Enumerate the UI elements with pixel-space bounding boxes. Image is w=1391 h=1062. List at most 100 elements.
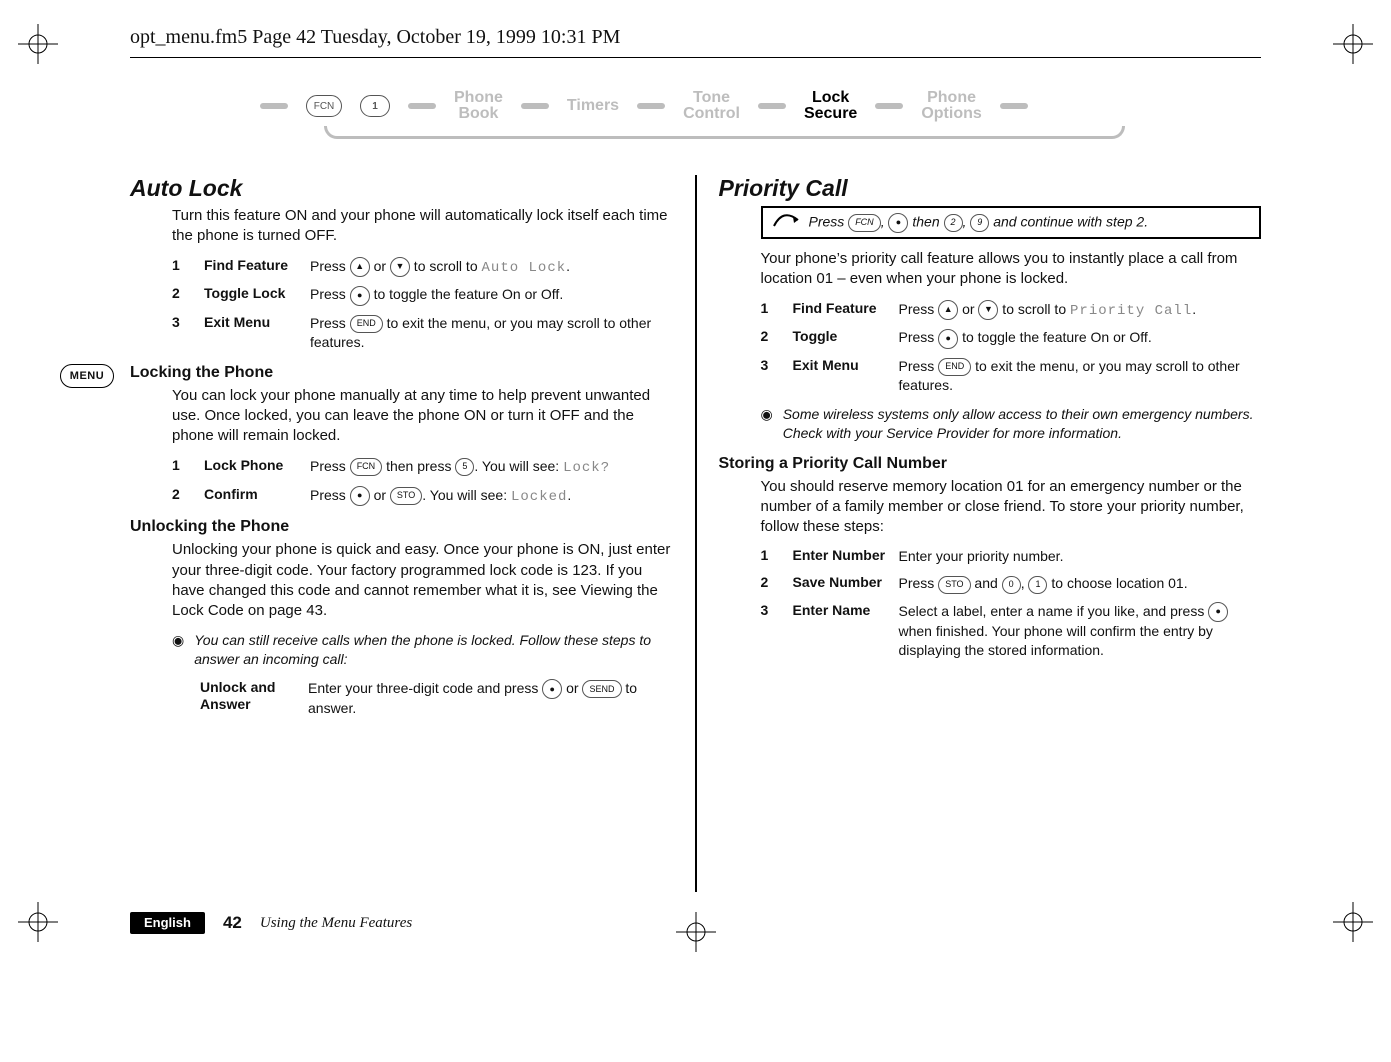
- one-key-icon: 1: [360, 95, 390, 117]
- nav-dash-icon: [875, 103, 903, 109]
- select-key-icon: ●: [888, 213, 908, 233]
- note-text: Some wireless systems only allow access …: [783, 405, 1261, 443]
- sub-heading-locking: Locking the Phone: [130, 364, 673, 382]
- nav-dash-icon: [260, 103, 288, 109]
- step-label: Exit Menu: [793, 357, 889, 395]
- shortcut-arrow-icon: [773, 212, 799, 233]
- fcn-key-icon: FCN: [306, 95, 342, 117]
- nav-item-phone-options: Phone Options: [921, 90, 981, 122]
- step-desc: Press END to exit the menu, or you may s…: [899, 357, 1262, 395]
- priority-intro: Your phone’s priority call feature allow…: [761, 249, 1262, 290]
- step-desc: Press ▲ or ▼ to scroll to Auto Lock.: [310, 257, 673, 278]
- crop-mark-icon: [18, 24, 58, 64]
- step-label: Exit Menu: [204, 314, 300, 352]
- step-desc: Enter your priority number.: [899, 547, 1262, 566]
- step-number: 3: [172, 314, 194, 352]
- crop-mark-icon: [18, 902, 58, 942]
- fcn-key-icon: FCN: [350, 458, 383, 476]
- nav-item-label: Options: [921, 106, 981, 122]
- nav-item-label: Book: [458, 106, 498, 122]
- end-key-icon: END: [350, 315, 383, 333]
- unlock-step: Unlock and Answer Enter your three-digit…: [200, 679, 673, 718]
- step-label: Save Number: [793, 574, 889, 593]
- step-label: Confirm: [204, 486, 300, 507]
- step-number: 1: [172, 257, 194, 278]
- scroll-up-icon: ▲: [938, 300, 958, 320]
- section-heading-priority-call: Priority Call: [719, 175, 1262, 202]
- zero-key-icon: 0: [1002, 576, 1021, 594]
- shortcut-text: Press FCN, ● then 2, 9 and continue with…: [809, 213, 1149, 233]
- section-heading-auto-lock: Auto Lock: [130, 175, 673, 202]
- step-number: 1: [761, 547, 783, 566]
- auto-lock-intro: Turn this feature ON and your phone will…: [172, 206, 673, 247]
- step-number: 3: [761, 357, 783, 395]
- select-key-icon: ●: [938, 329, 958, 349]
- storing-body: You should reserve memory location 01 fo…: [761, 477, 1262, 538]
- scroll-down-icon: ▼: [978, 300, 998, 320]
- one-key-icon: 1: [1028, 576, 1047, 594]
- select-key-icon: ●: [542, 679, 562, 699]
- nav-dash-icon: [1000, 103, 1028, 109]
- nav-item-label: Lock: [812, 90, 849, 106]
- step-desc: Press END to exit the menu, or you may s…: [310, 314, 673, 352]
- language-badge: English: [130, 912, 205, 934]
- crop-mark-icon: [1333, 902, 1373, 942]
- sub-heading-storing: Storing a Priority Call Number: [719, 455, 1262, 473]
- step-desc: Press STO and 0, 1 to choose location 01…: [899, 574, 1262, 593]
- step-desc: Press ▲ or ▼ to scroll to Priority Call.: [899, 300, 1262, 321]
- end-key-icon: END: [938, 358, 971, 376]
- nav-dash-icon: [637, 103, 665, 109]
- step-desc: Press ● to toggle the feature On or Off.: [310, 285, 673, 305]
- auto-lock-steps: 1 Find Feature Press ▲ or ▼ to scroll to…: [172, 257, 673, 352]
- nav-item-label: Phone: [927, 90, 976, 106]
- step-desc: Press ● or STO. You will see: Locked.: [310, 486, 673, 507]
- nav-item-label: Tone: [693, 90, 730, 106]
- storing-steps: 1 Enter Number Enter your priority numbe…: [761, 547, 1262, 659]
- step-number: 1: [172, 457, 194, 478]
- locking-steps: 1 Lock Phone Press FCN then press 5. You…: [172, 457, 673, 507]
- sto-key-icon: STO: [390, 487, 422, 505]
- nav-dash-icon: [408, 103, 436, 109]
- crop-mark-icon: [1333, 24, 1373, 64]
- menu-badge-icon: MENU: [60, 364, 114, 388]
- note-text: You can still receive calls when the pho…: [194, 631, 672, 669]
- nav-item-tone-control: Tone Control: [683, 90, 740, 122]
- step-desc: Enter your three-digit code and press ● …: [308, 679, 673, 718]
- note-bullet-icon: ◉: [172, 631, 184, 669]
- step-number: 3: [761, 602, 783, 660]
- nav-dash-icon: [521, 103, 549, 109]
- page-footer: English 42 Using the Menu Features: [130, 912, 1261, 934]
- nav-dash-icon: [758, 103, 786, 109]
- step-number: 2: [761, 574, 783, 593]
- step-label: Find Feature: [793, 300, 889, 321]
- shortcut-box: Press FCN, ● then 2, 9 and continue with…: [761, 206, 1262, 239]
- note-bullet-icon: ◉: [761, 405, 773, 443]
- step-desc: Select a label, enter a name if you like…: [899, 602, 1262, 660]
- nine-key-icon: 9: [970, 214, 989, 232]
- nav-item-label: Timers: [567, 98, 619, 114]
- page-title: Using the Menu Features: [260, 915, 412, 932]
- fcn-key-icon: FCN: [848, 214, 881, 232]
- nav-bar: FCN 1 Phone Book Timers Tone Control Loc…: [260, 90, 1131, 139]
- nav-item-lock-secure: Lock Secure: [804, 90, 857, 122]
- five-key-icon: 5: [455, 458, 474, 476]
- send-key-icon: SEND: [582, 680, 621, 698]
- select-key-icon: ●: [350, 486, 370, 506]
- nav-item-label: Secure: [804, 106, 857, 122]
- nav-underline: [324, 126, 1125, 139]
- nav-item-phone-book: Phone Book: [454, 90, 503, 122]
- step-desc: Press ● to toggle the feature On or Off.: [899, 328, 1262, 348]
- locking-body: You can lock your phone manually at any …: [172, 386, 673, 447]
- step-label: Enter Number: [793, 547, 889, 566]
- two-key-icon: 2: [944, 214, 963, 232]
- step-number: 2: [761, 328, 783, 348]
- step-desc: Press FCN then press 5. You will see: Lo…: [310, 457, 673, 478]
- running-head: opt_menu.fm5 Page 42 Tuesday, October 19…: [130, 26, 620, 49]
- scroll-up-icon: ▲: [350, 257, 370, 277]
- nav-item-label: Phone: [454, 90, 503, 106]
- left-column: Auto Lock Turn this feature ON and your …: [130, 175, 695, 892]
- page-number: 42: [223, 913, 242, 933]
- sub-heading-unlocking: Unlocking the Phone: [130, 518, 673, 536]
- sto-key-icon: STO: [938, 576, 970, 594]
- unlocking-body: Unlocking your phone is quick and easy. …: [172, 540, 673, 621]
